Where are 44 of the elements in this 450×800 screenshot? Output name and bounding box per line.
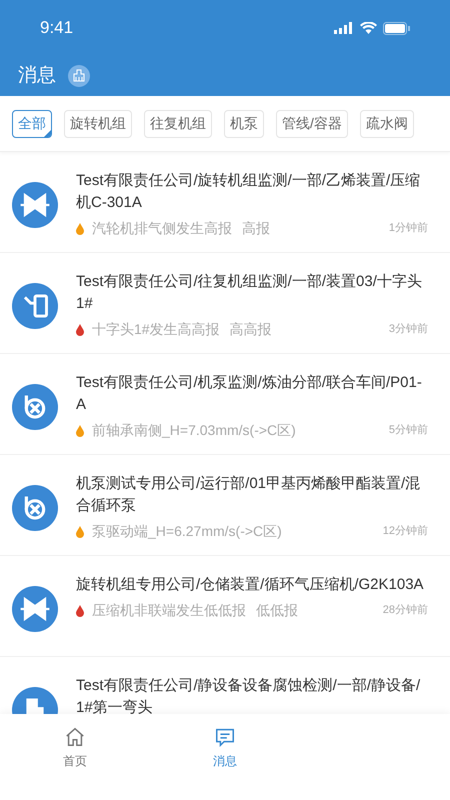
filter-chip[interactable]: 全部	[12, 110, 52, 138]
device-path: 机泵测试专用公司/运行部/01甲基丙烯酸甲酯装置/混合循环泵	[76, 474, 422, 516]
alarm-text: 前轴承南侧_H=7.03mm/s(->C区)	[92, 421, 296, 440]
filter-chip[interactable]: 管线/容器	[276, 110, 348, 138]
signal-icon	[334, 22, 354, 34]
filter-chip[interactable]: 旋转机组	[64, 110, 132, 138]
compressor-icon	[12, 182, 58, 228]
device-path: 旋转机组专用公司/仓储装置/循环气压缩机/G2K103A	[76, 575, 425, 595]
alarm-text: 泵驱动端_H=6.27mm/s(->C区)	[92, 522, 282, 541]
message-time: 28分钟前	[382, 603, 428, 618]
message-time: 1分钟前	[388, 221, 428, 236]
alarm-text: 汽轮机排气侧发生高报	[92, 219, 232, 238]
battery-icon	[383, 22, 410, 34]
message-item[interactable]: 机泵测试专用公司/运行部/01甲基丙烯酸甲酯装置/混合循环泵 泵驱动端_H=6.27mm/s(->C区) 12分钟前	[0, 455, 450, 556]
message-item[interactable]: Test有限责任公司/旋转机组监测/一部/乙烯装置/压缩机C-301A 汽轮机排气侧发生高报 高报 1分钟前	[0, 152, 450, 253]
home-icon	[64, 726, 86, 748]
alarm-level: 高报	[242, 219, 270, 238]
device-path: Test有限责任公司/机泵监测/炼油分部/联合车间/P01-A	[76, 373, 423, 415]
message-time: 3分钟前	[388, 322, 428, 338]
alarm-level: 低低报	[256, 601, 298, 620]
message-item[interactable]: 旋转机组专用公司/仓储装置/循环气压缩机/G2K103A 压缩机非联端发生低低报 低低报 28分钟前	[0, 556, 450, 657]
compressor-icon	[12, 586, 58, 632]
message-time: 5分钟前	[388, 423, 428, 438]
filter-chip[interactable]: 疏水阀	[360, 110, 414, 138]
device-path: Test有限责任公司/往复机组监测/一部/装置03/十字头1#	[76, 272, 423, 314]
message-icon	[214, 726, 236, 748]
filter-chip[interactable]: 往复机组	[144, 110, 212, 138]
pump-icon	[12, 485, 58, 531]
alarm-text: 压缩机非联端发生低低报	[92, 601, 246, 620]
device-path: Test有限责任公司/静设备设备腐蚀检测/一部/静设备/1#第一弯头	[76, 676, 422, 714]
alarm-level: 高高报	[230, 320, 272, 339]
tab-bar-item[interactable]: 消息	[150, 714, 300, 800]
message-item[interactable]: Test有限责任公司/往复机组监测/一部/装置03/十字头1# 十字头1#发生高高报 高高报 3分钟前	[0, 253, 450, 354]
wifi-icon	[360, 22, 377, 34]
device-path: Test有限责任公司/旋转机组监测/一部/乙烯装置/压缩机C-301A	[76, 171, 422, 213]
message-time: 12分钟前	[382, 524, 428, 540]
tab-bar-item[interactable]: 首页	[0, 714, 150, 800]
page-title: 消息	[18, 64, 56, 88]
message-item[interactable]: Test有限责任公司/机泵监测/炼油分部/联合车间/P01-A 前轴承南侧_H=7.03mm/s(->C区) 5分钟前	[0, 354, 450, 455]
status-time: 9:41	[40, 17, 74, 40]
alarm-text: 十字头1#发生高高报	[92, 320, 220, 339]
piston-icon	[12, 283, 58, 329]
pump-icon	[12, 384, 58, 430]
filter-chip[interactable]: 机泵	[224, 110, 264, 138]
